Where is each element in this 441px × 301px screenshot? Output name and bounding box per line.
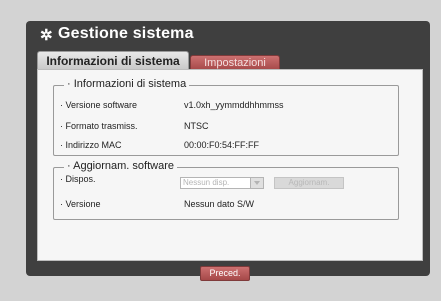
tab-system-info[interactable]: Informazioni di sistema <box>37 51 189 69</box>
mac-address-label: · Indirizzo MAC <box>60 140 122 150</box>
version-value: Nessun dato S/W <box>184 199 255 209</box>
mac-address-row: · Indirizzo MAC 00:00:F0:54:FF:FF <box>54 140 398 152</box>
transmission-format-value: NTSC <box>184 121 209 131</box>
device-select[interactable]: Nessun disp. <box>180 177 264 189</box>
device-row: · Dispos. Nessun disp. Aggiornam. <box>54 172 398 189</box>
transmission-format-label: · Formato trasmiss. <box>60 121 138 131</box>
update-button[interactable]: Aggiornam. <box>274 177 344 189</box>
transmission-format-row: · Formato trasmiss. NTSC <box>54 121 398 133</box>
version-label: · Versione <box>60 199 101 209</box>
software-version-label: · Versione software <box>60 100 138 110</box>
software-update-group: · Aggiornam. software · Dispos. Nessun d… <box>53 160 399 220</box>
gear-icon: ✲ <box>40 27 53 44</box>
system-info-legend: · Informazioni di sistema <box>64 78 190 90</box>
version-row: · Versione Nessun dato S/W <box>54 199 398 211</box>
device-select-value: Nessun disp. <box>183 178 230 187</box>
tab-settings[interactable]: Impostazioni <box>190 55 280 70</box>
previous-button[interactable]: Preced. <box>200 266 250 281</box>
screen: ✲ Gestione sistema Informazioni di siste… <box>0 0 441 301</box>
device-label: · Dispos. <box>60 174 96 184</box>
window-title: Gestione sistema <box>58 25 194 42</box>
chevron-down-icon[interactable] <box>250 178 263 188</box>
software-update-legend: · Aggiornam. software <box>64 160 177 172</box>
mac-address-value: 00:00:F0:54:FF:FF <box>184 140 260 150</box>
software-version-row: · Versione software v1.0xh_yymmddhhmmss <box>54 100 398 112</box>
system-info-group: · Informazioni di sistema · Versione sof… <box>53 78 399 156</box>
content-panel: · Informazioni di sistema · Versione sof… <box>37 69 423 261</box>
software-version-value: v1.0xh_yymmddhhmmss <box>184 100 284 110</box>
